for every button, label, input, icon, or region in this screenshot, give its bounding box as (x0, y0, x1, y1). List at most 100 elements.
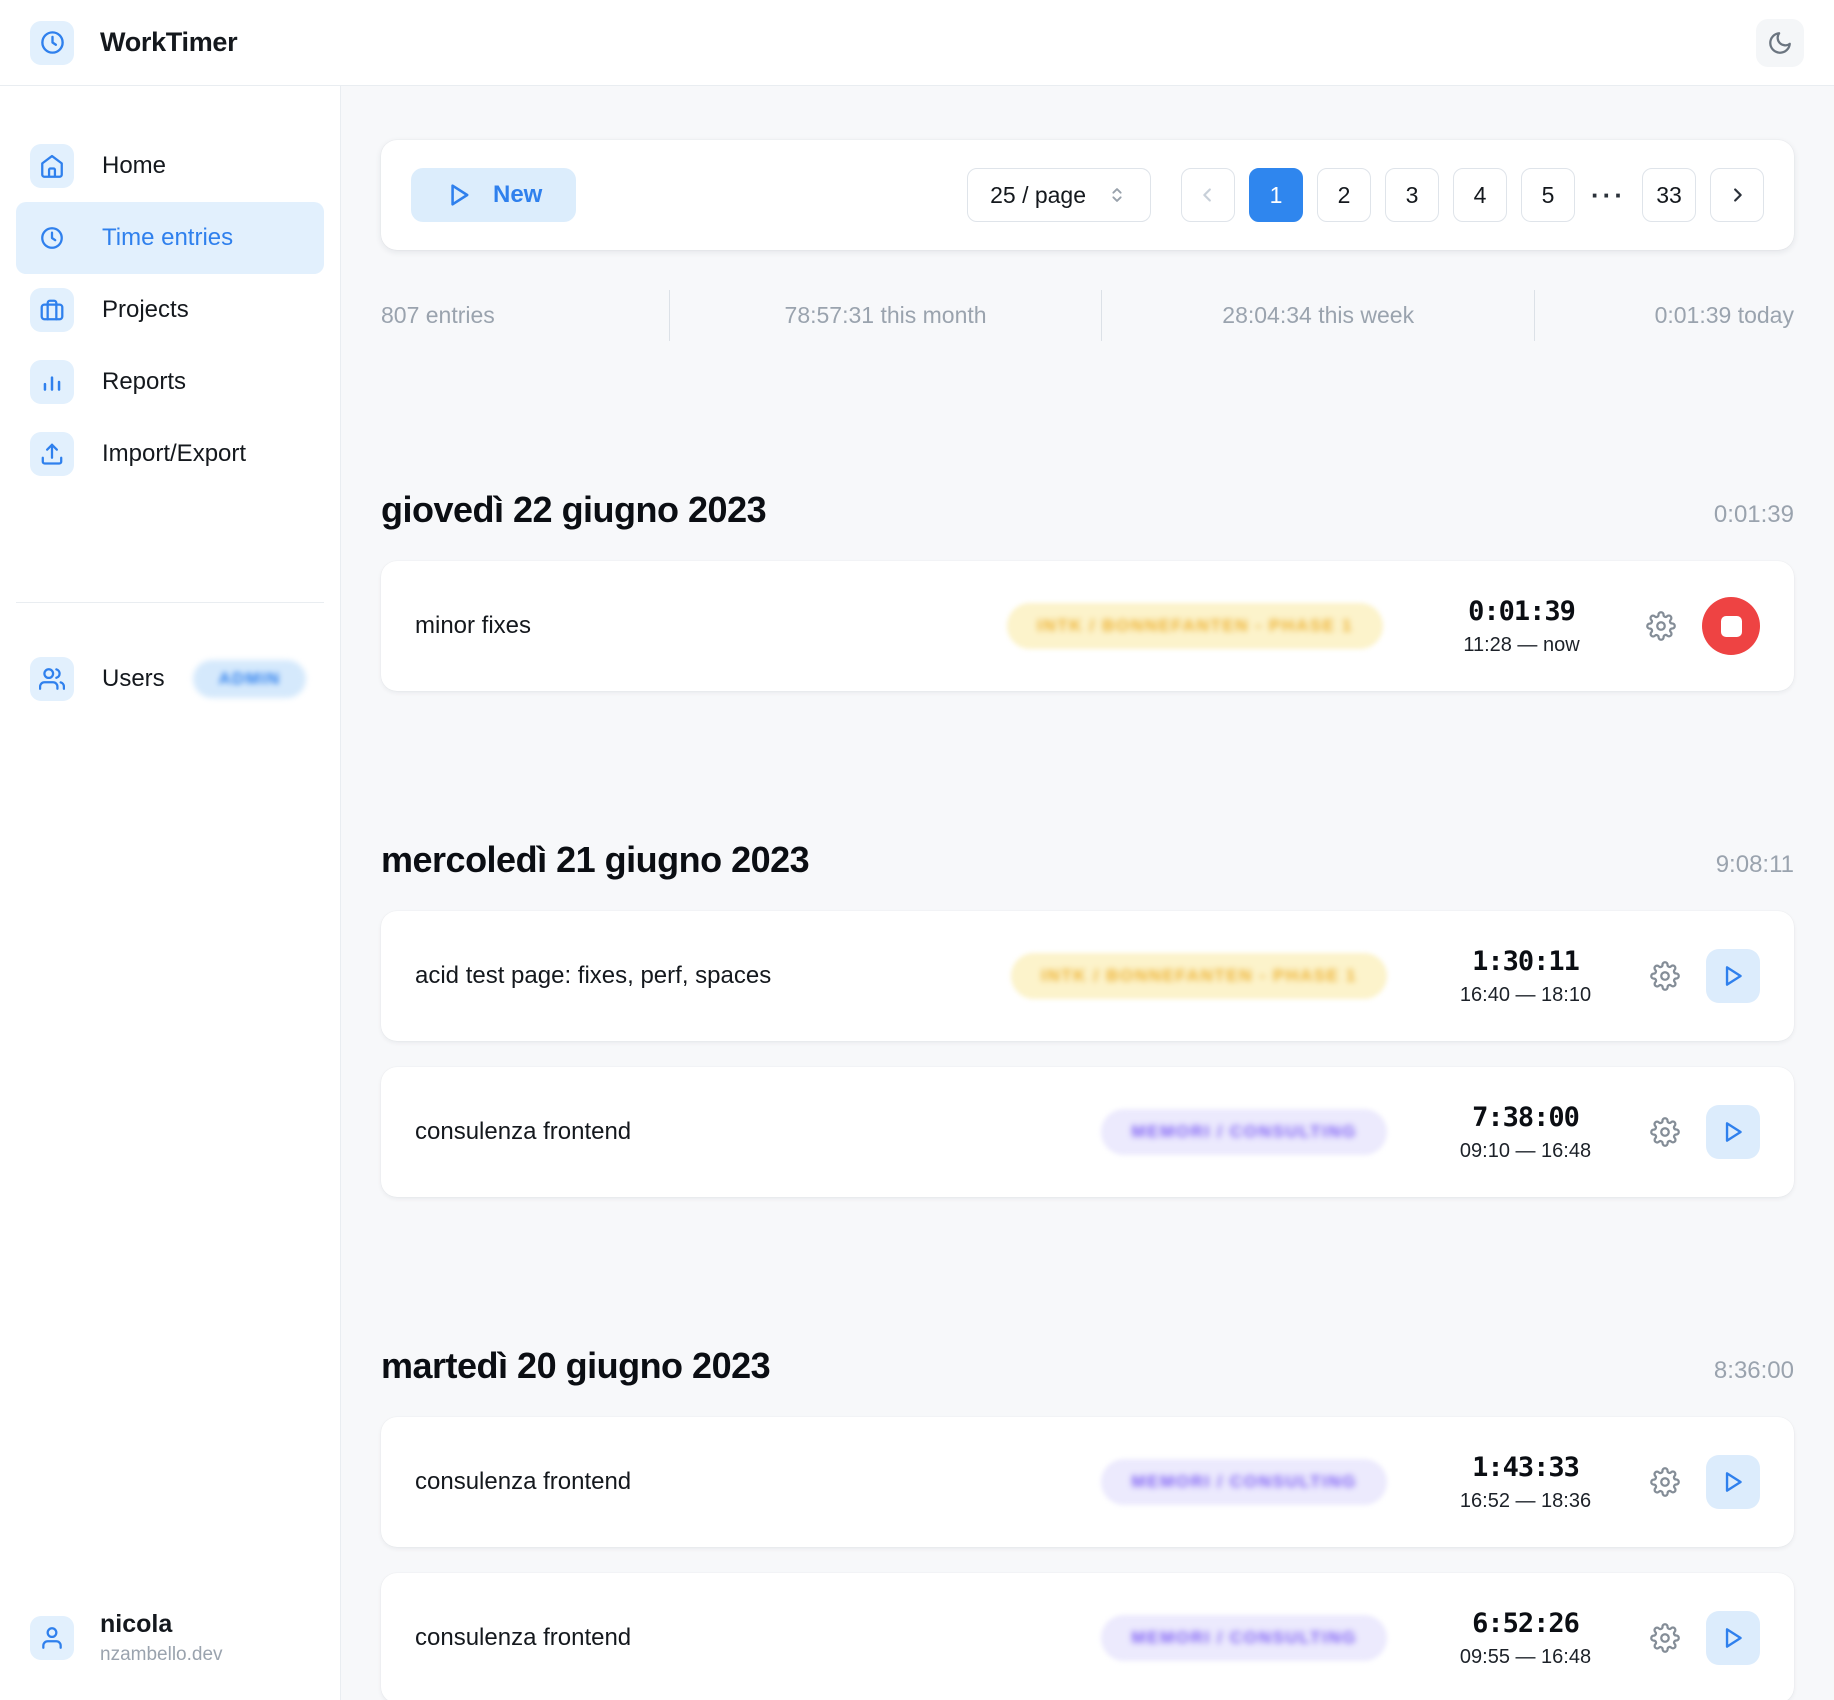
project-badge: INTK / BONNEFANTEN - PHASE 1 (1007, 603, 1383, 649)
gear-icon (1650, 1467, 1680, 1497)
pagination-prev-button[interactable] (1181, 168, 1235, 222)
entry-time-block: 6:52:26 09:55 — 16:48 (1423, 1608, 1628, 1669)
play-icon (1720, 1625, 1746, 1651)
sidebar-nav: Home Time entries Projects Reports Impor… (0, 130, 340, 490)
stop-icon (1721, 616, 1742, 637)
entry-description: consulenza frontend (415, 1118, 1101, 1146)
pagination-next-button[interactable] (1710, 168, 1764, 222)
page-size-select[interactable]: 25 / page (967, 168, 1151, 222)
pagination-page-button[interactable]: 2 (1317, 168, 1371, 222)
stat-item: 807 entries (381, 290, 669, 341)
toolbar-right: 25 / page 12345 ··· 33 (967, 168, 1764, 222)
briefcase-icon (30, 288, 74, 332)
home-icon (30, 144, 74, 188)
entry-time-range: 09:55 — 16:48 (1423, 1646, 1628, 1669)
time-entry-card: consulenza frontend MEMORI / CONSULTING … (381, 1067, 1794, 1197)
day-header: martedì 20 giugno 2023 8:36:00 (381, 1345, 1794, 1387)
theme-toggle-button[interactable] (1756, 19, 1804, 67)
user-profile[interactable]: nicola nzambello.dev (30, 1610, 223, 1666)
new-entry-button[interactable]: New (411, 168, 576, 222)
upload-icon (30, 432, 74, 476)
entry-duration: 1:43:33 (1423, 1452, 1628, 1483)
entry-play-button[interactable] (1706, 1455, 1760, 1509)
select-chevrons-icon (1106, 184, 1128, 206)
sidebar-item-label: Projects (102, 296, 189, 324)
project-badge-label: INTK / BONNEFANTEN - PHASE 1 (1037, 616, 1353, 636)
entry-play-button[interactable] (1706, 1611, 1760, 1665)
gear-icon (1650, 961, 1680, 991)
chevron-right-icon (1726, 184, 1748, 206)
entry-duration: 6:52:26 (1423, 1608, 1628, 1639)
project-badge-label: MEMORI / CONSULTING (1131, 1122, 1357, 1142)
entry-time-range: 11:28 — now (1419, 634, 1624, 657)
entry-time-range: 16:40 — 18:10 (1423, 984, 1628, 1007)
pagination-last-page-button[interactable]: 33 (1642, 168, 1696, 222)
day-header: mercoledì 21 giugno 2023 9:08:11 (381, 839, 1794, 881)
time-entry-card: acid test page: fixes, perf, spaces INTK… (381, 911, 1794, 1041)
day-total: 0:01:39 (1714, 501, 1794, 529)
entry-settings-button[interactable] (1646, 611, 1676, 641)
sidebar-item-reports[interactable]: Reports (16, 346, 324, 418)
entry-settings-button[interactable] (1650, 1117, 1680, 1147)
play-icon (445, 181, 473, 209)
stats-strip: 807 entries78:57:31 this month28:04:34 t… (381, 290, 1794, 341)
project-badge-label: MEMORI / CONSULTING (1131, 1472, 1357, 1492)
day-section: mercoledì 21 giugno 2023 9:08:11 acid te… (381, 839, 1794, 1197)
time-entry-card: consulenza frontend MEMORI / CONSULTING … (381, 1573, 1794, 1700)
sidebar-item-label: Home (102, 152, 166, 180)
day-entries: minor fixes INTK / BONNEFANTEN - PHASE 1… (381, 561, 1794, 691)
users-icon (30, 657, 74, 701)
pagination-page-button[interactable]: 1 (1249, 168, 1303, 222)
entry-play-button[interactable] (1706, 949, 1760, 1003)
entry-settings-button[interactable] (1650, 1467, 1680, 1497)
pagination-page-button[interactable]: 3 (1385, 168, 1439, 222)
clock-icon (30, 216, 74, 260)
user-icon (30, 1616, 74, 1660)
sidebar-item-label: Import/Export (102, 440, 246, 468)
entry-stop-button[interactable] (1702, 597, 1760, 655)
entry-time-block: 7:38:00 09:10 — 16:48 (1423, 1102, 1628, 1163)
entry-duration: 7:38:00 (1423, 1102, 1628, 1133)
project-badge-label: MEMORI / CONSULTING (1131, 1628, 1357, 1648)
profile-name: nicola (100, 1610, 223, 1639)
entry-time-range: 16:52 — 18:36 (1423, 1490, 1628, 1513)
day-title: martedì 20 giugno 2023 (381, 1345, 770, 1387)
sidebar-item-time-entries[interactable]: Time entries (16, 202, 324, 274)
day-entries: consulenza frontend MEMORI / CONSULTING … (381, 1417, 1794, 1700)
pagination-page-button[interactable]: 4 (1453, 168, 1507, 222)
gear-icon (1646, 611, 1676, 641)
day-entries: acid test page: fixes, perf, spaces INTK… (381, 911, 1794, 1197)
entry-duration: 1:30:11 (1423, 946, 1628, 977)
app-title: WorkTimer (100, 27, 237, 58)
entry-description: consulenza frontend (415, 1468, 1101, 1496)
entry-description: acid test page: fixes, perf, spaces (415, 962, 1011, 990)
pagination-pages: 12345 (1249, 168, 1575, 222)
app-brand: WorkTimer (30, 21, 237, 65)
pagination: 12345 ··· 33 (1181, 168, 1764, 222)
sidebar-item-home[interactable]: Home (16, 130, 324, 202)
project-badge: MEMORI / CONSULTING (1101, 1109, 1387, 1155)
sidebar: Home Time entries Projects Reports Impor… (0, 86, 341, 1700)
sidebar-item-label: Reports (102, 368, 186, 396)
app-header: WorkTimer (0, 0, 1834, 86)
sidebar-item-label: Time entries (102, 224, 233, 252)
project-badge-label: INTK / BONNEFANTEN - PHASE 1 (1041, 966, 1357, 986)
project-badge: MEMORI / CONSULTING (1101, 1615, 1387, 1661)
day-section: giovedì 22 giugno 2023 0:01:39 minor fix… (381, 489, 1794, 691)
time-entry-card: consulenza frontend MEMORI / CONSULTING … (381, 1417, 1794, 1547)
entry-play-button[interactable] (1706, 1105, 1760, 1159)
sidebar-item-import-export[interactable]: Import/Export (16, 418, 324, 490)
entry-settings-button[interactable] (1650, 961, 1680, 991)
entry-settings-button[interactable] (1650, 1623, 1680, 1653)
pagination-ellipsis: ··· (1589, 180, 1628, 211)
sidebar-item-projects[interactable]: Projects (16, 274, 324, 346)
gear-icon (1650, 1117, 1680, 1147)
sidebar-item-users[interactable]: Users ADMIN (16, 643, 324, 715)
play-icon (1720, 963, 1746, 989)
time-entry-card: minor fixes INTK / BONNEFANTEN - PHASE 1… (381, 561, 1794, 691)
pagination-page-button[interactable]: 5 (1521, 168, 1575, 222)
day-total: 9:08:11 (1716, 851, 1794, 879)
entry-time-range: 09:10 — 16:48 (1423, 1140, 1628, 1163)
chevron-left-icon (1197, 184, 1219, 206)
stat-item: 0:01:39 today (1534, 290, 1794, 341)
